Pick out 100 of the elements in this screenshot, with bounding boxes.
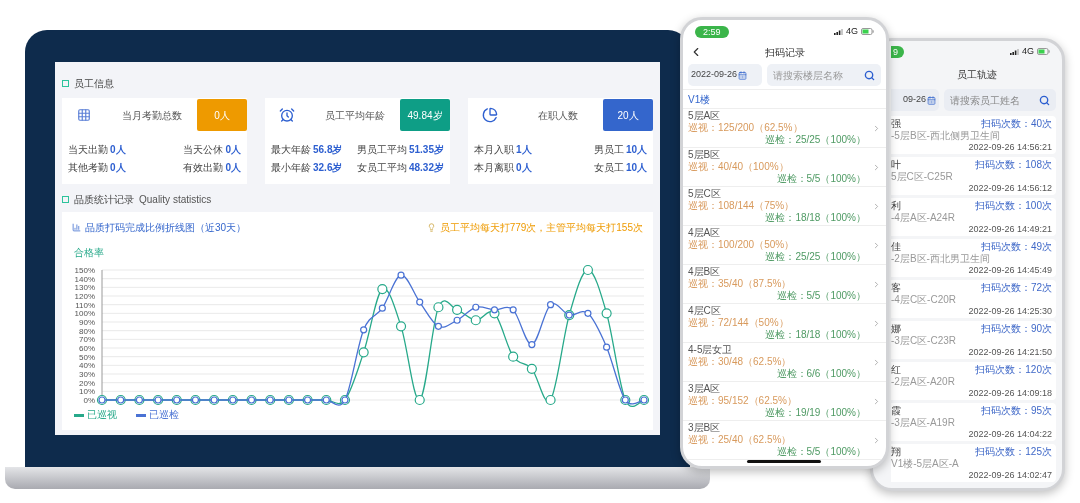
page-title: 扫码记录 [764,45,805,60]
chart-title: 品质打码完成比例折线图（近30天） [85,220,247,235]
y-axis-label: 合格率 [74,247,104,258]
inspection-stat: 巡检：5/5（100%） [776,290,867,302]
stat-detail-value: 1人 [516,144,532,156]
stat-detail-value: 0人 [516,162,532,174]
stat-detail-value: 56.8岁 [313,144,343,156]
stat-value-box: 20人 [603,99,653,131]
patrol-stat: 巡视：35/40（87.5%） [688,278,793,290]
inspection-stat: 巡检：19/19（100%） [765,407,867,419]
location-text: -4层A区-A24R [891,211,956,224]
location-text: -3层C区-C23R [891,334,957,347]
scan-count: 扫码次数：49次 [980,240,1052,253]
stat-detail-label: 当天公休 [183,144,224,156]
employee-name: 娜 [891,322,901,335]
y-tick-label: 10% [79,387,95,397]
employee-name: 佳 [891,240,901,253]
stat-detail-value: 0人 [110,162,126,174]
chart-hint: 员工平均每天打779次，主管平均每天打155次 [439,220,643,235]
stat-detail-label: 本月入职 [474,144,514,156]
scan-count: 扫码次数：100次 [975,199,1052,212]
stat-detail-label: 本月离职 [474,162,514,174]
stat-value-box: 0人 [197,99,247,131]
y-tick-label: 40% [79,361,95,371]
location-text: -2层A区-A20R [891,375,956,388]
patrol-stat: 巡视：40/40（100%） [688,161,790,173]
patrol-stat: 巡视：30/48（62.5%） [688,356,793,368]
status-time: 9 [891,45,904,58]
y-tick-label: 50% [79,352,95,362]
stat-value-box: 49.84岁 [400,99,450,131]
stat-detail-label: 男员工平均 [356,144,407,156]
network-label: 4G [846,24,858,38]
group-header: V1楼 [688,92,711,107]
stat-detail-label: 男员工 [593,144,624,156]
scan-time: 2022-09-26 14:02:47 [968,469,1052,481]
stat-detail-label: 其他考勤 [68,162,108,174]
y-tick-label: 130% [74,283,95,293]
inspection-stat: 巡检：18/18（100%） [765,329,867,341]
stat-label: 员工平均年龄 [323,108,386,123]
scan-count: 扫码次数：120次 [975,363,1052,376]
y-tick-label: 70% [79,335,95,345]
stat-detail-value: 51.35岁 [408,144,444,156]
stat-detail-label: 女员工平均 [356,162,407,174]
network-label: 4G [1022,44,1034,58]
legend-label: 已巡检 [149,409,179,420]
y-tick-label: 100% [74,309,95,319]
inspection-stat: 巡检：25/25（100%） [765,134,867,146]
scan-time: 2022-09-26 14:56:12 [968,182,1052,194]
stat-label: 当月考勤总数 [120,108,183,123]
y-tick-label: 80% [79,326,95,336]
scan-count: 扫码次数：90次 [980,322,1052,335]
scan-time: 2022-09-26 14:49:21 [968,223,1052,235]
scan-time: 2022-09-26 14:21:50 [968,346,1052,358]
patrol-stat: 巡视：125/200（62.5%） [688,122,804,134]
legend-label: 已巡视 [87,409,117,420]
y-tick-label: 150% [74,266,95,275]
stat-detail-value: 10人 [625,144,647,156]
y-tick-label: 30% [79,370,95,379]
location-text: -3层A区-A19R [891,416,956,429]
employee-name: 利 [891,199,901,212]
stat-detail-label: 最大年龄 [271,144,311,156]
section-title: 员工信息 [74,76,114,91]
section-title: 品质统计记录 [74,192,134,207]
y-tick-label: 0% [83,396,95,405]
patrol-stat: 巡视：108/144（75%） [688,200,796,212]
stat-detail-value: 0人 [225,144,241,156]
patrol-stat: 巡视：95/152（62.5%） [688,395,798,407]
scan-count: 扫码次数：108次 [975,158,1052,171]
stat-detail-label: 最小年龄 [271,162,311,174]
inspection-stat: 巡检：18/18（100%） [765,212,867,224]
patrol-stat: 巡视：100/200（50%） [688,239,796,251]
employee-name: 客 [891,281,901,294]
employee-name: 叶 [891,158,901,171]
patrol-stat: 巡视：25/40（62.5%） [688,434,793,446]
stat-detail-value: 0人 [110,144,126,156]
scan-time: 2022-09-26 14:09:18 [968,387,1052,399]
stat-detail-value: 32.6岁 [313,162,343,174]
stat-detail-value: 0人 [225,162,241,174]
area-name: 5层A区 [688,110,722,122]
inspection-stat: 巡检：25/25（100%） [765,251,867,263]
scan-time: 2022-09-26 14:25:30 [968,305,1052,317]
stat-detail-value: 48.32岁 [408,162,444,174]
inspection-stat: 巡检：5/5（100%） [776,446,867,458]
employee-name: 红 [891,363,901,376]
location-text: -2层B区-西北男卫生间 [891,252,991,265]
y-tick-label: 140% [74,274,95,284]
scan-count: 扫码次数：95次 [980,404,1052,417]
area-name: 5层C区 [688,188,722,200]
y-tick-label: 90% [79,318,95,327]
section-subtitle: Quality statistics [139,192,212,207]
scan-count: 扫码次数：72次 [980,281,1052,294]
y-tick-label: 20% [79,378,95,388]
scan-count: 扫码次数：125次 [975,445,1052,458]
area-name: 4层A区 [688,227,722,239]
scan-count: 扫码次数：40次 [980,117,1052,130]
page-title: 员工轨迹 [956,67,997,82]
employee-name: 翔 [891,445,901,458]
employee-name: 霞 [891,404,901,417]
scan-time: 2022-09-26 14:56:21 [968,141,1052,153]
location-text: V1楼-5层A区-A [891,457,960,470]
